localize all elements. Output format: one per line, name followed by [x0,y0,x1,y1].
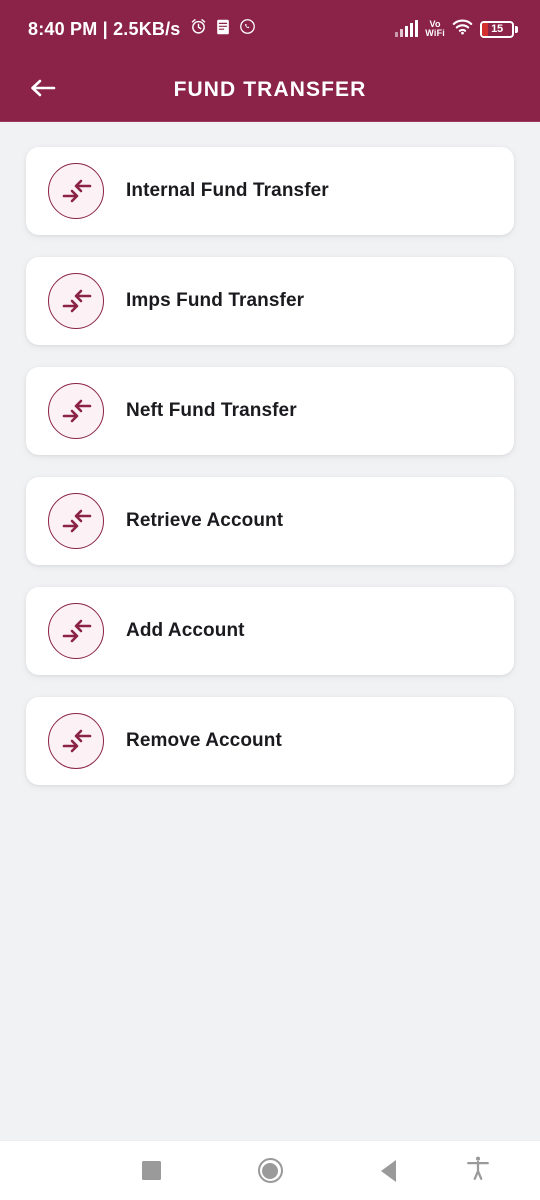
system-back-button[interactable] [366,1149,410,1193]
page-title: FUND TRANSFER [173,78,367,101]
wifi-icon [452,19,473,40]
battery-icon: 15 [480,20,518,38]
accessibility-icon [465,1155,491,1186]
battery-cap [515,25,518,33]
battery-percent: 15 [491,23,503,35]
fund-transfer-icon [48,493,104,549]
menu-item-label: Remove Account [126,730,282,751]
menu-item-retrieve-account[interactable]: Retrieve Account [26,477,514,565]
back-triangle-icon [380,1159,396,1182]
volte-label-top: Vo [429,18,441,29]
status-bar-left: 8:40 PM | 2.5KB/s [28,18,256,40]
fund-transfer-menu-list: Internal Fund Transfer Imps Fund Transfe… [0,122,540,1140]
fund-transfer-icon [48,163,104,219]
menu-item-imps-fund-transfer[interactable]: Imps Fund Transfer [26,257,514,345]
status-bar-right: Vo WiFi 15 [395,19,518,40]
app-bar: 8:40 PM | 2.5KB/s Vo WiFi 15 FUND TRANSF… [0,0,540,122]
menu-item-label: Neft Fund Transfer [126,400,297,421]
fund-transfer-icon [48,713,104,769]
volte-wifi-icon: Vo WiFi [425,18,445,39]
title-bar: FUND TRANSFER [0,58,540,122]
battery-fill [482,22,488,36]
menu-item-internal-fund-transfer[interactable]: Internal Fund Transfer [26,147,514,235]
back-button[interactable] [22,69,64,111]
back-arrow-icon [29,77,57,104]
menu-item-neft-fund-transfer[interactable]: Neft Fund Transfer [26,367,514,455]
menu-item-label: Retrieve Account [126,510,284,531]
menu-item-label: Add Account [126,620,245,641]
accessibility-button[interactable] [456,1149,500,1193]
notes-icon [216,19,230,40]
home-button[interactable] [248,1149,292,1193]
recents-square-icon [141,1161,161,1180]
status-clock: 8:40 PM | 2.5KB/s [28,18,181,39]
menu-item-label: Internal Fund Transfer [126,180,329,201]
fund-transfer-icon [48,603,104,659]
alarm-icon [190,18,207,40]
menu-item-add-account[interactable]: Add Account [26,587,514,675]
whatsapp-icon [239,18,256,40]
battery-body: 15 [480,20,514,38]
home-circle-icon [257,1158,283,1183]
signal-icon [395,20,419,37]
fund-transfer-icon [48,273,104,329]
phone-screen: 8:40 PM | 2.5KB/s Vo WiFi 15 FUND TRANSF… [0,0,540,1200]
menu-item-label: Imps Fund Transfer [126,290,305,311]
recents-button[interactable] [129,1149,173,1193]
status-bar: 8:40 PM | 2.5KB/s Vo WiFi 15 [0,0,540,58]
android-navigation-bar [0,1140,540,1200]
menu-item-remove-account[interactable]: Remove Account [26,697,514,785]
fund-transfer-icon [48,383,104,439]
volte-label-bottom: WiFi [425,28,445,38]
